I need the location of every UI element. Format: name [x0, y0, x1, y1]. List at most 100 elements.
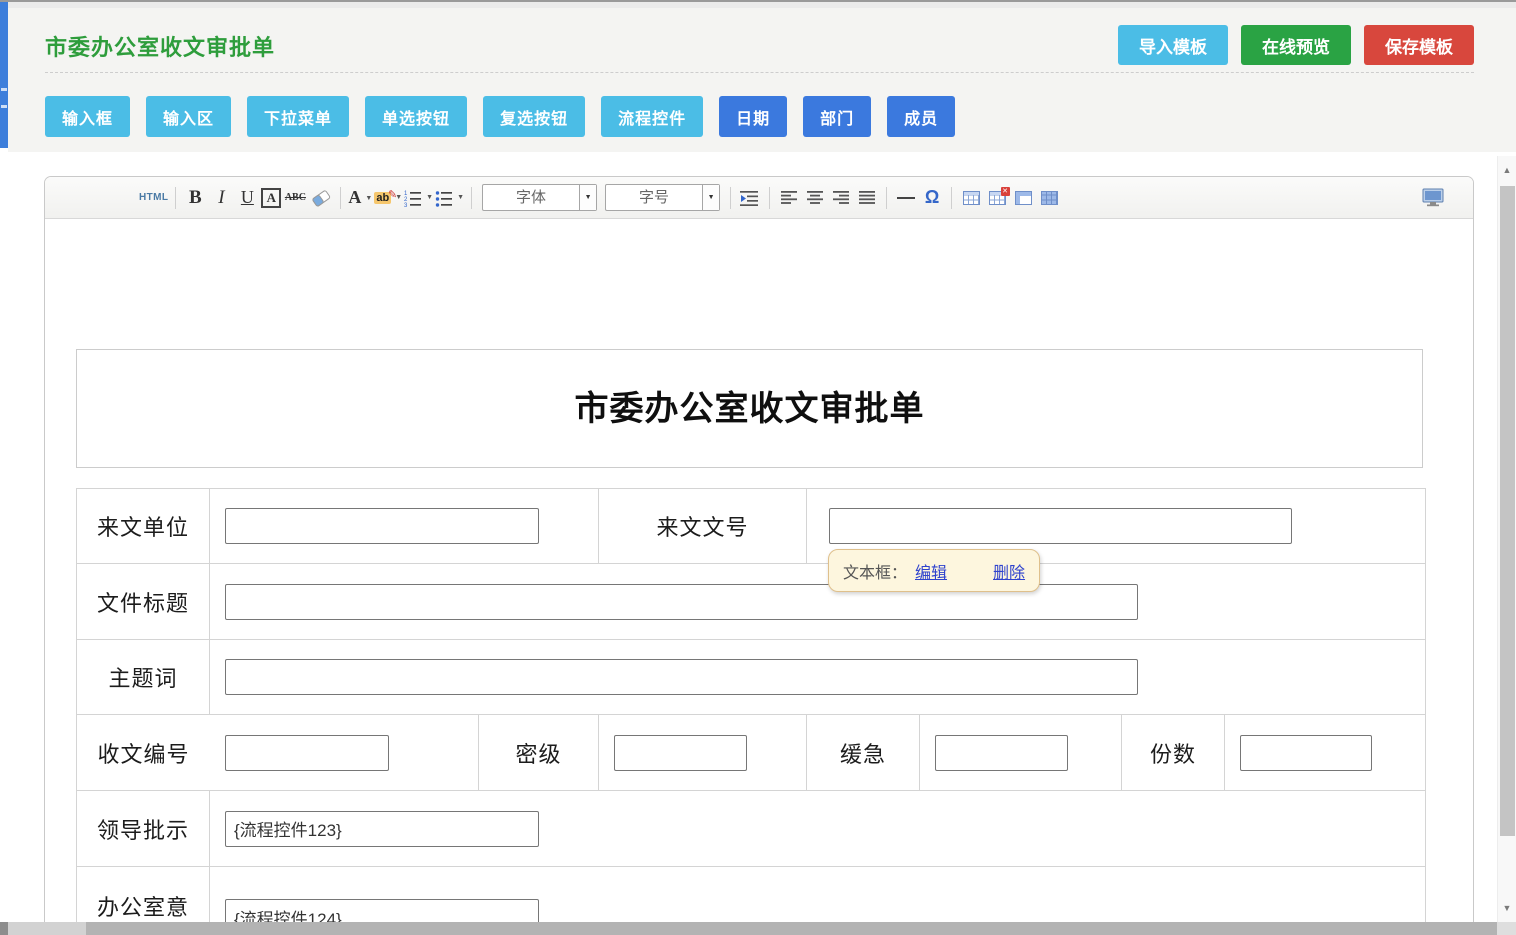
- field-label: 缓急: [807, 715, 920, 791]
- strikethrough-button[interactable]: ABC: [283, 185, 307, 211]
- indent-icon: [740, 190, 760, 206]
- scrollbar-corner: [1497, 922, 1516, 935]
- field-label: 领导批示: [77, 791, 210, 867]
- html-source-button[interactable]: HTML: [139, 185, 168, 211]
- add-input-box-button[interactable]: 输入框: [45, 96, 130, 137]
- toolbar-separator: [471, 187, 472, 209]
- hr-icon: [897, 197, 915, 199]
- field-label: 来文单位: [77, 489, 210, 564]
- add-radio-button[interactable]: 单选按钮: [365, 96, 467, 137]
- save-template-button[interactable]: 保存模板: [1364, 25, 1474, 65]
- vertical-scrollbar-thumb[interactable]: [1500, 186, 1515, 836]
- editor-toolbar: HTML B I U A ABC A ab 1 2 3: [45, 177, 1473, 219]
- font-family-select[interactable]: 字体: [482, 184, 597, 211]
- header: 市委办公室收文审批单 导入模板 在线预览 保存模板 输入框 输入区 下拉菜单 单…: [8, 8, 1516, 152]
- widget-context-tooltip: 文本框： 编辑 删除: [828, 549, 1040, 592]
- underline-button[interactable]: U: [235, 185, 259, 211]
- field-label: 密级: [479, 715, 599, 791]
- monitor-icon: [1422, 188, 1444, 207]
- scroll-down-arrow-icon[interactable]: [1498, 896, 1516, 920]
- highlight-color-button[interactable]: ab: [374, 185, 402, 211]
- table-row: 主题词: [77, 640, 1426, 715]
- form-title: 市委办公室收文审批单: [575, 390, 925, 428]
- rich-text-editor: HTML B I U A ABC A ab 1 2 3: [44, 176, 1474, 935]
- incoming-unit-input[interactable]: [225, 508, 539, 544]
- remove-format-button[interactable]: [309, 185, 333, 211]
- align-left-button[interactable]: [777, 185, 801, 211]
- add-flow-control-button[interactable]: 流程控件: [601, 96, 703, 137]
- receipt-number-input[interactable]: [225, 735, 389, 771]
- import-template-button[interactable]: 导入模板: [1118, 25, 1228, 65]
- add-date-button[interactable]: 日期: [719, 96, 787, 137]
- character-border-button[interactable]: A: [261, 188, 281, 208]
- toolbar-separator: [886, 187, 887, 209]
- horizontal-rule-button[interactable]: [894, 185, 918, 211]
- table-row: 文件标题: [77, 564, 1426, 640]
- highlight-icon: ab: [374, 192, 391, 204]
- insert-table-button[interactable]: [959, 185, 983, 211]
- font-size-select[interactable]: 字号: [605, 184, 720, 211]
- toolbar-separator: [951, 187, 952, 209]
- window-top-edge: [0, 0, 1516, 8]
- leader-instructions-input[interactable]: [225, 811, 539, 847]
- form-table: 来文单位 来文文号 文件标题 主题词 收文编号 密: [76, 488, 1426, 935]
- field-label: 份数: [1122, 715, 1225, 791]
- align-right-button[interactable]: [829, 185, 853, 211]
- align-right-icon: [833, 190, 850, 205]
- toolbar-separator: [340, 187, 341, 209]
- align-center-icon: [807, 190, 824, 205]
- ordered-list-button[interactable]: 1 2 3: [404, 185, 433, 211]
- scroll-up-arrow-icon[interactable]: [1498, 158, 1516, 182]
- align-center-button[interactable]: [803, 185, 827, 211]
- italic-button[interactable]: I: [209, 185, 233, 211]
- delete-table-button[interactable]: [985, 185, 1009, 211]
- align-left-icon: [781, 190, 798, 205]
- add-member-button[interactable]: 成员: [887, 96, 955, 137]
- preview-button[interactable]: [1421, 185, 1445, 211]
- incoming-doc-number-input[interactable]: [829, 508, 1292, 544]
- page-title: 市委办公室收文审批单: [45, 30, 275, 62]
- add-dropdown-button[interactable]: 下拉菜单: [247, 96, 349, 137]
- add-textarea-button[interactable]: 输入区: [146, 96, 231, 137]
- table-icon: [963, 191, 980, 205]
- online-preview-button[interactable]: 在线预览: [1241, 25, 1351, 65]
- vertical-scrollbar[interactable]: [1497, 156, 1516, 922]
- urgency-input[interactable]: [935, 735, 1068, 771]
- align-justify-icon: [859, 190, 876, 205]
- left-accent-bar: [0, 2, 8, 148]
- field-label: 文件标题: [77, 564, 210, 640]
- indent-button[interactable]: [738, 185, 762, 211]
- header-actions: 导入模板 在线预览 保存模板: [1118, 25, 1474, 65]
- copies-input[interactable]: [1240, 735, 1372, 771]
- security-level-input[interactable]: [614, 735, 747, 771]
- toolbar-separator: [769, 187, 770, 209]
- chevron-down-icon[interactable]: [702, 185, 719, 210]
- table-cell-props-button[interactable]: [1011, 185, 1035, 211]
- delete-table-icon: [989, 191, 1006, 205]
- delete-widget-link[interactable]: 删除: [993, 559, 1025, 583]
- bold-button[interactable]: B: [183, 185, 207, 211]
- table-props-button[interactable]: [1037, 185, 1061, 211]
- toolbar-separator: [730, 187, 731, 209]
- widget-toolbar: 输入框 输入区 下拉菜单 单选按钮 复选按钮 流程控件 日期 部门 成员: [45, 96, 955, 137]
- editor-document[interactable]: 市委办公室收文审批单 来文单位 来文文号 文件标题 主题词: [45, 220, 1473, 934]
- chevron-down-icon[interactable]: [579, 185, 596, 210]
- unordered-list-icon: [435, 189, 453, 207]
- add-department-button[interactable]: 部门: [803, 96, 871, 137]
- special-char-button[interactable]: Ω: [920, 185, 944, 211]
- horizontal-scrollbar-thumb[interactable]: [8, 922, 86, 935]
- table-row: 领导批示: [77, 791, 1426, 867]
- subject-words-input[interactable]: [225, 659, 1138, 695]
- horizontal-scrollbar-cap: [0, 922, 8, 935]
- edit-widget-link[interactable]: 编辑: [915, 559, 947, 583]
- table-row: 来文单位 来文文号: [77, 489, 1426, 564]
- horizontal-scrollbar[interactable]: [0, 922, 1516, 935]
- unordered-list-button[interactable]: [435, 185, 464, 211]
- font-color-button[interactable]: A: [348, 185, 372, 211]
- align-justify-button[interactable]: [855, 185, 879, 211]
- add-checkbox-button[interactable]: 复选按钮: [483, 96, 585, 137]
- form-title-box: 市委办公室收文审批单: [76, 349, 1423, 468]
- field-label: 来文文号: [599, 489, 807, 564]
- header-divider: [45, 72, 1474, 73]
- field-label: 收文编号: [77, 737, 210, 769]
